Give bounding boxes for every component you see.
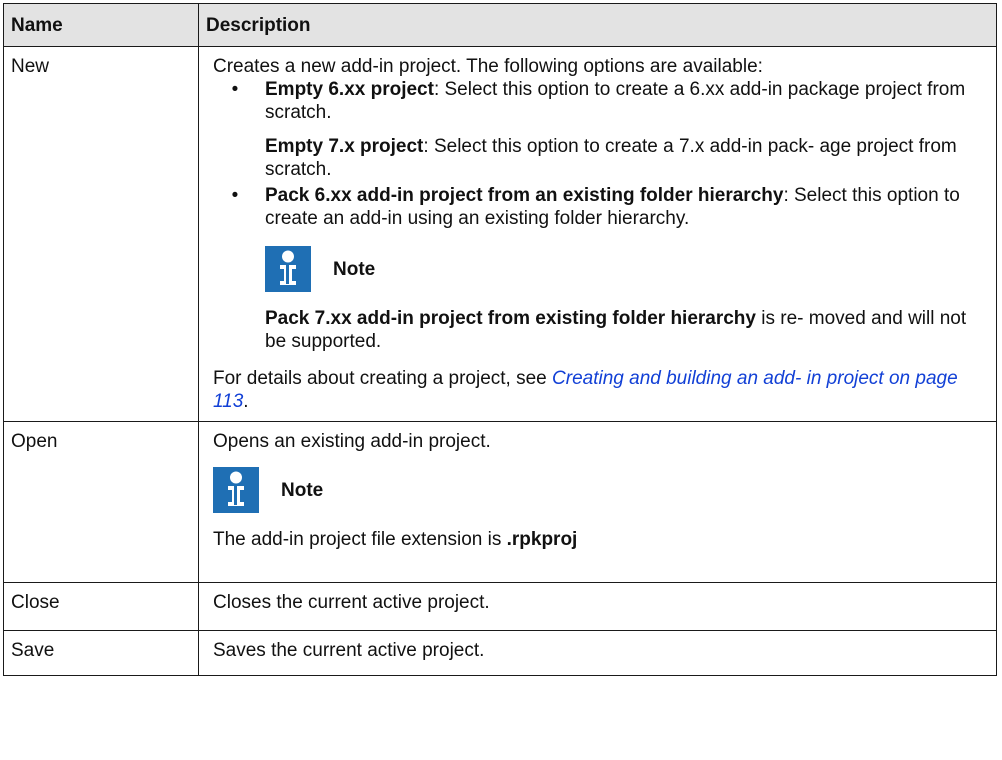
info-icon [213,467,259,513]
new-intro: Creates a new add-in project. The follow… [213,56,763,77]
note-plain-text: The add-in project file extension is [213,529,507,550]
note-block: Note The add-in project file extension i… [213,467,986,551]
list-item: • Empty 6.xx project: Select this option… [213,78,986,181]
header-name: Name [3,3,199,47]
bullet-icon: • [231,185,239,206]
options-list: • Empty 6.xx project: Select this option… [213,78,986,353]
option-title: Pack 6.xx add-in project from an existin… [265,185,784,206]
header-description: Description [198,3,997,47]
option-title: Empty 6.xx project [265,79,434,100]
note-text: The add-in project file extension is .rp… [213,528,986,551]
table-row: Open Opens an existing add-in project. N… [3,421,997,583]
row-description-open: Opens an existing add-in project. Note T… [198,421,997,583]
commands-table: Name Description New Creates a new add-i… [3,3,997,676]
row-name-close: Close [3,582,199,631]
row-description-save: Saves the current active project. [198,630,997,676]
note-bold-text: .rpkproj [506,529,578,550]
table-row: Save Saves the current active project. [3,630,997,676]
info-icon [265,246,311,292]
header-row: Name Description [3,3,997,47]
bullet-icon: • [231,79,239,100]
note-label: Note [281,479,324,501]
note-label: Note [333,258,376,280]
note-block: Note Pack 7.xx add-in project from exist… [265,246,986,353]
row-name-save: Save [3,630,199,676]
note-bold-text: Pack 7.xx add-in project from existing f… [265,308,756,329]
row-description-new: Creates a new add-in project. The follow… [198,46,997,422]
note-text: Pack 7.xx add-in project from existing f… [265,307,986,353]
table-row: Close Closes the current active project. [3,582,997,631]
option-subparagraph: Empty 7.x project: Select this option to… [265,135,986,181]
note-header: Note [265,246,986,292]
option-sub-title: Empty 7.x project [265,136,424,157]
row-name-new: New [3,46,199,422]
details-prefix: For details about creating a project, se… [213,368,553,389]
row-description-close: Closes the current active project. [198,582,997,631]
note-header: Note [213,467,986,513]
row-name-open: Open [3,421,199,583]
details-paragraph: For details about creating a project, se… [213,367,986,413]
open-description: Opens an existing add-in project. [213,431,491,452]
details-suffix: . [243,391,249,412]
list-item: • Pack 6.xx add-in project from an exist… [213,184,986,353]
table-row: New Creates a new add-in project. The fo… [3,46,997,422]
